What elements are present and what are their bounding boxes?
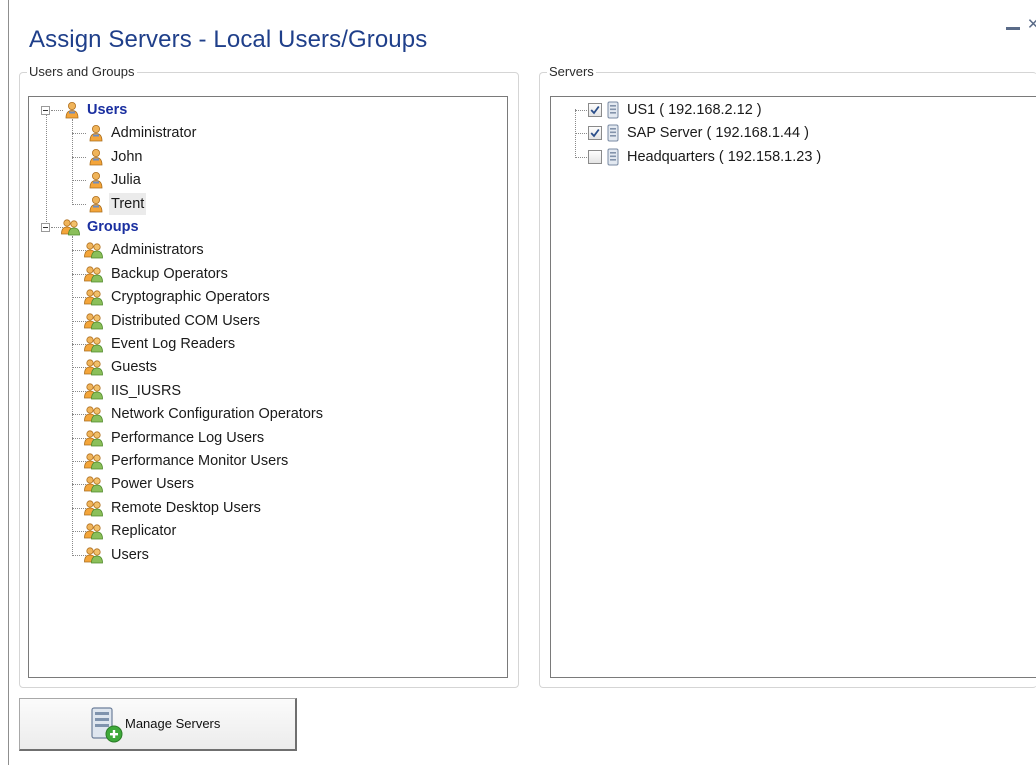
- user-icon: [87, 195, 105, 213]
- tree-item-group[interactable]: Performance Log Users: [29, 427, 499, 449]
- manage-servers-label: Manage Servers: [125, 716, 221, 731]
- tree-item-label: Guests: [111, 359, 157, 376]
- tree-item-label: Cryptographic Operators: [111, 289, 270, 306]
- group-icon: [83, 452, 105, 470]
- tree-item-group[interactable]: Replicator: [29, 520, 499, 542]
- group-icon: [83, 312, 105, 330]
- manage-servers-button[interactable]: Manage Servers: [19, 698, 297, 751]
- tree-connector: [72, 156, 86, 158]
- tree-connector: [46, 115, 47, 222]
- servers-list[interactable]: US1 ( 192.168.2.12 ) SAP Server ( 192.168…: [550, 96, 1036, 678]
- tree-node-users[interactable]: Users: [29, 99, 499, 121]
- window-controls: ✕: [1000, 16, 1036, 36]
- group-icon: [83, 429, 105, 447]
- assign-servers-dialog: Assign Servers - Local Users/Groups ✕ Us…: [8, 0, 1036, 765]
- user-icon: [87, 148, 105, 166]
- server-icon: [606, 124, 620, 142]
- tree-item-group[interactable]: Backup Operators: [29, 263, 499, 285]
- user-icon: [87, 171, 105, 189]
- tree-item-user[interactable]: Julia: [29, 169, 499, 191]
- tree-item-label: Performance Monitor Users: [111, 453, 289, 469]
- tree-item-label: Julia: [111, 172, 141, 189]
- tree-item-group[interactable]: IIS_IUSRS: [29, 380, 499, 402]
- server-icon: [606, 148, 620, 166]
- tree-connector: [72, 203, 86, 205]
- tree-item-label: Power Users: [111, 476, 194, 493]
- minimize-icon[interactable]: [1006, 27, 1020, 30]
- tree-connector: [575, 156, 587, 158]
- tree-node-label: Users: [87, 102, 128, 118]
- user-icon: [87, 124, 105, 142]
- tree-node-label: Groups: [87, 219, 139, 235]
- tree-item-label: Replicator: [111, 523, 177, 540]
- tree-item-group[interactable]: Remote Desktop Users: [29, 497, 499, 519]
- tree-item-label: John: [111, 148, 143, 165]
- tree-node-groups[interactable]: Groups: [29, 216, 499, 238]
- collapse-icon[interactable]: [41, 106, 50, 115]
- manage-servers-icon: [91, 707, 123, 743]
- tree-item-group[interactable]: Guests: [29, 356, 499, 378]
- servers-legend: Servers: [547, 64, 596, 80]
- tree-item-group[interactable]: Power Users: [29, 473, 499, 495]
- tree-connector: [72, 133, 86, 135]
- server-label: Headquarters ( 192.158.1.23 ): [627, 148, 822, 165]
- user-icon: [63, 101, 81, 119]
- tree-item-label: Remote Desktop Users: [111, 499, 261, 516]
- server-item[interactable]: Headquarters ( 192.158.1.23 ): [551, 146, 1021, 168]
- tree-item-label: Backup Operators: [111, 265, 228, 282]
- checkbox-unchecked[interactable]: [588, 149, 602, 164]
- group-icon: [83, 522, 105, 540]
- server-icon: [606, 101, 620, 119]
- tree-item-user[interactable]: Administrator: [29, 122, 499, 144]
- group-icon: [83, 358, 105, 376]
- group-icon: [83, 335, 105, 353]
- close-icon[interactable]: ✕: [1027, 17, 1036, 33]
- group-icon: [83, 475, 105, 493]
- tree-item-label: Performance Log Users: [111, 429, 265, 446]
- checkbox-checked[interactable]: [588, 126, 602, 141]
- group-icon: [83, 288, 105, 306]
- users-groups-tree[interactable]: Users Administrator John Julia Trent Groups Ad…: [28, 96, 508, 678]
- group-icon: [83, 546, 105, 564]
- tree-connector: [575, 110, 587, 111]
- group-icon: [83, 382, 105, 400]
- tree-connector: [72, 119, 73, 205]
- tree-item-group[interactable]: Administrators: [29, 239, 499, 261]
- tree-item-label: Administrator: [111, 125, 197, 142]
- group-icon: [83, 241, 105, 259]
- checkbox-checked[interactable]: [588, 103, 602, 117]
- server-item[interactable]: SAP Server ( 192.168.1.44 ): [551, 122, 1021, 144]
- collapse-icon[interactable]: [41, 223, 50, 232]
- tree-connector: [72, 180, 86, 182]
- tree-connector: [575, 109, 576, 156]
- tree-item-label: Distributed COM Users: [111, 312, 261, 329]
- dialog-title: Assign Servers - Local Users/Groups: [29, 26, 428, 53]
- tree-item-label: Event Log Readers: [111, 336, 236, 352]
- tree-item-group[interactable]: Network Configuration Operators: [29, 403, 499, 425]
- users-groups-legend: Users and Groups: [27, 64, 137, 80]
- server-label: SAP Server ( 192.168.1.44 ): [627, 125, 809, 142]
- group-icon: [83, 265, 105, 283]
- tree-connector: [51, 110, 63, 111]
- group-icon: [83, 405, 105, 423]
- tree-item-label: Trent: [109, 192, 147, 215]
- tree-item-label: IIS_IUSRS: [111, 382, 182, 399]
- group-icon: [60, 218, 82, 236]
- tree-connector: [72, 236, 73, 556]
- tree-item-group[interactable]: Users: [29, 544, 499, 566]
- server-item[interactable]: US1 ( 192.168.2.12 ): [551, 99, 1021, 121]
- tree-connector: [575, 133, 587, 135]
- tree-item-label: Network Configuration Operators: [111, 406, 323, 423]
- tree-item-label: Administrators: [111, 242, 204, 259]
- group-icon: [83, 499, 105, 517]
- tree-item-label: Users: [111, 546, 149, 563]
- tree-item-user[interactable]: John: [29, 146, 499, 168]
- tree-item-group[interactable]: Distributed COM Users: [29, 310, 499, 332]
- tree-item-group[interactable]: Cryptographic Operators: [29, 286, 499, 308]
- tree-item-group[interactable]: Event Log Readers: [29, 333, 499, 355]
- server-label: US1 ( 192.168.2.12 ): [627, 102, 762, 118]
- tree-item-user[interactable]: Trent: [29, 192, 499, 215]
- tree-item-group[interactable]: Performance Monitor Users: [29, 450, 499, 472]
